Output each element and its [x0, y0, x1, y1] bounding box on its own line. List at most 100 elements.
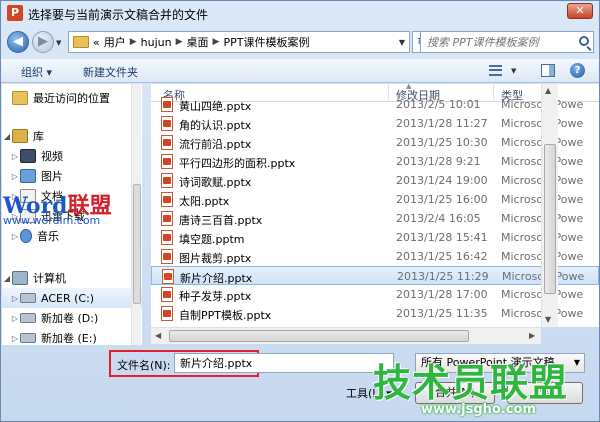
address-dropdown-icon[interactable]: ▼ — [399, 38, 405, 47]
file-date: 2013/2/4 16:05 — [396, 212, 481, 225]
powerpoint-file-icon — [161, 306, 173, 321]
file-name: 图片裁剪.pptx — [179, 252, 252, 265]
scroll-down-icon[interactable]: ▼ — [545, 315, 551, 324]
nav-item-recent-places[interactable]: 最近访问的位置 — [2, 88, 142, 108]
breadcrumb-ppt-folder[interactable]: PPT课件模板案例 — [223, 34, 309, 50]
scrollbar-thumb[interactable] — [169, 330, 469, 342]
file-name: 流行前沿.pptx — [179, 138, 252, 151]
drive-icon — [20, 333, 36, 343]
file-row[interactable]: 角的认识.pptx 2013/1/28 11:27 Microsoft Powe — [151, 114, 599, 133]
nav-item-pictures[interactable]: ▷ 图片 — [2, 166, 142, 186]
nav-item-drive-d[interactable]: ▷ 新加卷 (D:) — [2, 308, 142, 328]
file-list-scrollbar[interactable]: ▲ ▼ — [541, 84, 558, 327]
change-view-icon[interactable] — [489, 65, 502, 76]
chevron-down-icon[interactable]: ▼ — [574, 354, 580, 372]
address-bar[interactable]: « 用户 ▶ hujun ▶ 桌面 ▶ PPT课件模板案例 ▼ — [68, 31, 410, 53]
nav-item-drive-c[interactable]: ▷ ACER (C:) — [2, 288, 142, 308]
file-row[interactable]: 黄山四绝.pptx 2013/2/5 10:01 Microsoft Powe — [151, 95, 599, 114]
file-date: 2013/1/28 15:41 — [396, 231, 488, 244]
file-name: 平行四边形的面积.pptx — [179, 157, 296, 170]
file-row[interactable]: 自制PPT模板.pptx 2013/1/25 11:35 Microsoft Pow… — [151, 304, 599, 323]
file-name: 新片介绍.pptx — [180, 272, 253, 285]
library-icon — [12, 129, 28, 143]
breadcrumb-separator-icon[interactable]: ▶ — [130, 37, 137, 47]
file-name: 诗词歌赋.pptx — [179, 176, 252, 189]
file-row[interactable]: 种子发芽.pptx 2013/1/28 17:00 Microsoft Powe — [151, 285, 599, 304]
collapse-arrow-icon[interactable]: ◢ — [2, 274, 12, 283]
file-row[interactable]: 太阳.pptx 2013/1/25 16:00 Microsoft Powe — [151, 190, 599, 209]
file-row[interactable]: 新片介绍.pptx 2013/1/25 11:29 Microsoft Powe — [151, 266, 599, 285]
file-list-horizontal-scrollbar[interactable]: ◀ ▶ — [151, 327, 541, 344]
back-button[interactable]: ◀ — [7, 31, 29, 53]
file-row[interactable]: 平行四边形的面积.pptx 2013/1/28 9:21 Microsoft Pow… — [151, 152, 599, 171]
scroll-right-icon[interactable]: ▶ — [529, 331, 535, 340]
recent-places-icon — [12, 91, 28, 105]
nav-item-music[interactable]: ▷ 音乐 — [2, 226, 142, 246]
file-row[interactable]: 唐诗三百首.pptx 2013/2/4 16:05 Microsoft Powe — [151, 209, 599, 228]
file-date: 2013/1/24 19:00 — [396, 174, 488, 187]
powerpoint-file-icon — [162, 269, 174, 284]
scrollbar-thumb[interactable] — [133, 184, 141, 304]
nav-item-library[interactable]: ◢ 库 — [2, 126, 142, 146]
powerpoint-file-icon — [161, 135, 173, 150]
collapse-arrow-icon[interactable]: ◢ — [2, 132, 12, 141]
organize-menu-button[interactable]: 组织 ▾ — [21, 64, 52, 80]
breadcrumb-overflow[interactable]: « — [93, 36, 100, 49]
expand-arrow-icon[interactable]: ▷ — [10, 232, 20, 241]
expand-arrow-icon[interactable]: ▷ — [10, 294, 20, 303]
window-title: 选择要与当前演示文稿合并的文件 — [28, 8, 209, 22]
nav-item-video[interactable]: ▷ 视频 — [2, 146, 142, 166]
file-name: 角的认识.pptx — [179, 119, 252, 132]
file-date: 2013/2/5 10:01 — [396, 98, 481, 111]
drive-icon — [20, 313, 36, 323]
file-name: 太阳.pptx — [179, 195, 230, 208]
powerpoint-file-icon — [161, 249, 173, 264]
nav-item-computer[interactable]: ◢ 计算机 — [2, 268, 142, 288]
close-button[interactable]: ✕ — [567, 3, 593, 19]
powerpoint-file-icon — [161, 230, 173, 245]
search-input[interactable] — [421, 32, 571, 52]
expand-arrow-icon[interactable]: ▷ — [10, 334, 20, 343]
navigation-bar: ◀ ▶ ▼ « 用户 ▶ hujun ▶ 桌面 ▶ PPT课件模板案例 ▼ ↻ — [1, 25, 599, 59]
computer-icon — [12, 271, 28, 285]
filename-input[interactable] — [175, 354, 385, 372]
scroll-up-icon[interactable]: ▲ — [545, 86, 551, 95]
recent-pages-dropdown-icon[interactable]: ▼ — [56, 39, 61, 47]
powerpoint-file-icon — [161, 192, 173, 207]
expand-arrow-icon[interactable]: ▷ — [10, 172, 20, 181]
view-options-dropdown-icon[interactable]: ▼ — [511, 67, 516, 75]
file-row[interactable]: 流行前沿.pptx 2013/1/25 10:30 Microsoft Powe — [151, 133, 599, 152]
file-row[interactable]: 填空题.pptm 2013/1/28 15:41 Microsoft Powe — [151, 228, 599, 247]
powerpoint-file-icon — [161, 211, 173, 226]
expand-arrow-icon[interactable]: ▷ — [10, 152, 20, 161]
file-date: 2013/1/25 16:00 — [396, 193, 488, 206]
breadcrumb-separator-icon[interactable]: ▶ — [176, 37, 183, 47]
powerpoint-file-icon — [161, 116, 173, 131]
nav-item-drive-e[interactable]: ▷ 新加卷 (E:) — [2, 328, 142, 345]
search-icon[interactable] — [579, 36, 589, 46]
file-row[interactable]: 诗词歌赋.pptx 2013/1/24 19:00 Microsoft Powe — [151, 171, 599, 190]
expand-arrow-icon[interactable]: ▷ — [10, 314, 20, 323]
filename-field[interactable] — [174, 353, 394, 373]
help-icon[interactable]: ? — [570, 63, 585, 78]
breadcrumb-users[interactable]: 用户 — [104, 34, 126, 50]
search-box[interactable] — [420, 31, 594, 53]
file-date: 2013/1/28 9:21 — [396, 155, 481, 168]
nav-pane-scrollbar[interactable] — [131, 84, 141, 345]
video-icon — [20, 149, 36, 163]
scroll-left-icon[interactable]: ◀ — [155, 331, 161, 340]
folder-icon — [73, 36, 89, 48]
scrollbar-thumb[interactable] — [544, 144, 556, 294]
preview-pane-icon[interactable] — [541, 64, 555, 77]
new-folder-button[interactable]: 新建文件夹 — [83, 64, 138, 80]
breadcrumb-hujun[interactable]: hujun — [141, 36, 172, 49]
breadcrumb-desktop[interactable]: 桌面 — [187, 34, 209, 50]
breadcrumb-separator-icon[interactable]: ▶ — [213, 37, 220, 47]
music-icon — [20, 229, 32, 243]
file-name: 自制PPT模板.pptx — [179, 309, 272, 322]
file-date: 2013/1/25 16:42 — [396, 250, 488, 263]
powerpoint-app-icon: P — [7, 5, 23, 21]
forward-button[interactable]: ▶ — [32, 31, 54, 53]
file-row[interactable]: 图片裁剪.pptx 2013/1/25 16:42 Microsoft Powe — [151, 247, 599, 266]
title-bar: P 选择要与当前演示文稿合并的文件 ✕ — [1, 1, 599, 25]
